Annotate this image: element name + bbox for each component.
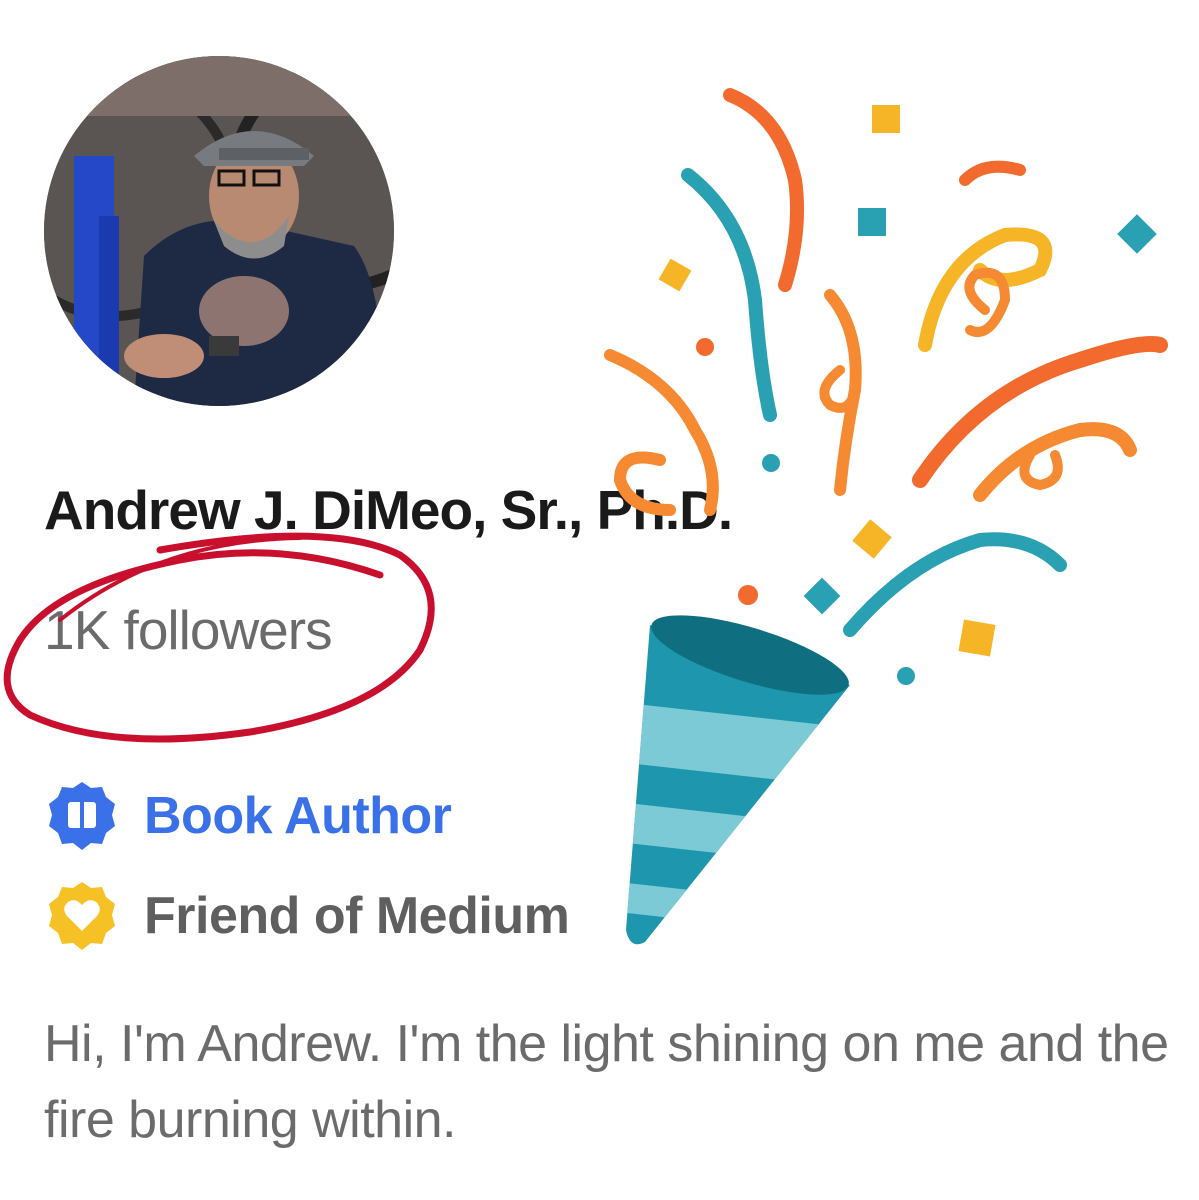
avatar-photo (44, 56, 394, 406)
avatar[interactable] (44, 56, 394, 406)
badge-label: Book Author (144, 787, 452, 845)
bio-text: Hi, I'm Andrew. I'm the light shining on… (44, 1015, 1169, 1149)
followers-count[interactable]: 1K followers (44, 598, 333, 662)
heart-badge-icon (49, 882, 115, 950)
badge-friend-of-medium[interactable]: Friend of Medium (44, 878, 570, 954)
badge-label: Friend of Medium (144, 887, 570, 945)
profile-name[interactable]: Andrew J. DiMeo, Sr., Ph.D. (44, 478, 733, 542)
book-badge-icon (49, 782, 115, 850)
badge-book-author[interactable]: Book Author (44, 778, 452, 854)
